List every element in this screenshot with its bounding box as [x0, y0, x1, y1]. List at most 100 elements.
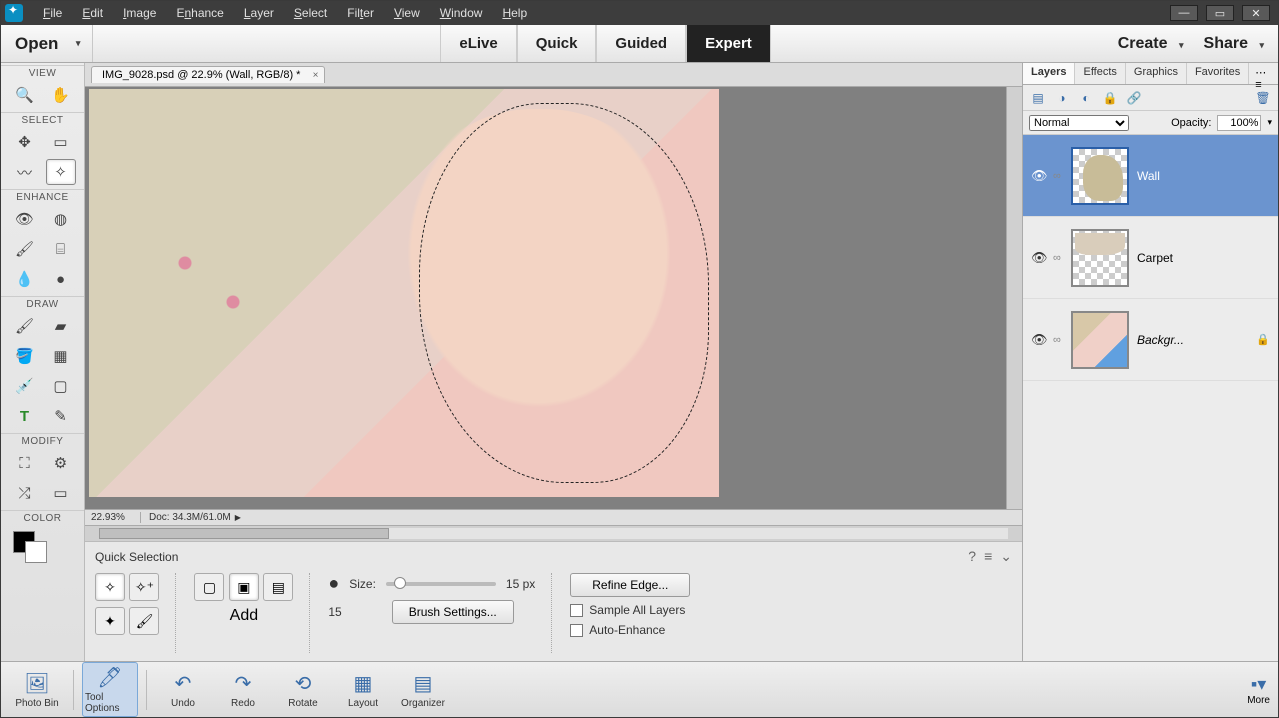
mode-new[interactable]: ▢ — [194, 573, 224, 601]
open-button[interactable]: Open — [15, 25, 93, 62]
sponge-tool[interactable]: ● — [46, 266, 76, 292]
menu-view[interactable]: View — [384, 3, 430, 23]
layer-name[interactable]: Backgr... — [1137, 333, 1184, 347]
document-tab[interactable]: IMG_9028.psd @ 22.9% (Wall, RGB/8) * × — [91, 66, 325, 83]
qs-new-selection[interactable]: ✧ — [95, 573, 125, 601]
mode-guided[interactable]: Guided — [596, 25, 686, 62]
menu-help[interactable]: Help — [492, 3, 537, 23]
rotate-button[interactable]: ⟲Rotate — [275, 669, 331, 711]
brush-settings-button[interactable]: Brush Settings... — [392, 600, 514, 624]
visibility-toggle-icon[interactable]: 👁 — [1031, 168, 1045, 184]
layout-button[interactable]: ▦Layout — [335, 669, 391, 711]
lock-layer-icon[interactable]: 🔒 — [1101, 89, 1119, 107]
menu-window[interactable]: Window — [430, 3, 493, 23]
visibility-toggle-icon[interactable]: 👁 — [1031, 250, 1045, 266]
mode-quick[interactable]: Quick — [517, 25, 597, 62]
panel-collapse-icon[interactable]: ⌄ — [1000, 548, 1012, 565]
layer-row-wall[interactable]: 👁 ∞ Wall — [1023, 135, 1278, 217]
mode-expert[interactable]: Expert — [686, 25, 771, 62]
photo-bin-button[interactable]: 🖼Photo Bin — [9, 669, 65, 711]
qs-selection-brush[interactable]: 🖌 — [129, 607, 159, 635]
layer-name[interactable]: Carpet — [1137, 251, 1173, 265]
layer-mask-icon[interactable]: ◑ — [1053, 89, 1071, 107]
content-aware-tool[interactable]: ⤮ — [10, 480, 40, 506]
opacity-input[interactable]: 100% — [1217, 115, 1261, 131]
menu-layer[interactable]: Layer — [234, 3, 284, 23]
menu-image[interactable]: Image — [113, 3, 166, 23]
straighten-tool[interactable]: ▭ — [46, 480, 76, 506]
blend-mode-select[interactable]: Normal — [1029, 115, 1129, 131]
status-zoom[interactable]: 22.93% — [85, 512, 141, 523]
menu-select[interactable]: Select — [284, 3, 337, 23]
move-tool[interactable]: ✥ — [10, 129, 40, 155]
layer-row-background[interactable]: 👁 ∞ Backgr... 🔒 — [1023, 299, 1278, 381]
menu-filter[interactable]: Filter — [337, 3, 384, 23]
mode-subtract[interactable]: ▤ — [263, 573, 293, 601]
crop-tool[interactable]: ⛶ — [10, 450, 40, 476]
hand-tool[interactable]: ✋ — [46, 82, 76, 108]
blur-tool[interactable]: 💧 — [10, 266, 40, 292]
organizer-button[interactable]: ▤Organizer — [395, 669, 451, 711]
qs-magic-wand[interactable]: ✦ — [95, 607, 125, 635]
menu-enhance[interactable]: Enhance — [166, 3, 233, 23]
red-eye-tool[interactable]: 👁 — [10, 206, 40, 232]
lasso-tool[interactable]: 〰 — [10, 159, 40, 185]
qs-add-to-selection[interactable]: ✧⁺ — [129, 573, 159, 601]
layer-name[interactable]: Wall — [1137, 169, 1160, 183]
paint-bucket-tool[interactable]: 🪣 — [10, 343, 40, 369]
spot-heal-tool[interactable]: ◍ — [46, 206, 76, 232]
recompose-tool[interactable]: ⚙ — [46, 450, 76, 476]
undo-button[interactable]: ↶Undo — [155, 669, 211, 711]
share-button[interactable]: Share — [1204, 35, 1264, 53]
tab-graphics[interactable]: Graphics — [1126, 63, 1187, 84]
new-layer-icon[interactable]: ▤ — [1029, 89, 1047, 107]
delete-layer-icon[interactable]: 🗑 — [1254, 89, 1272, 107]
layer-thumbnail[interactable] — [1071, 147, 1129, 205]
zoom-tool[interactable]: 🔍 — [10, 82, 40, 108]
redo-button[interactable]: ↷Redo — [215, 669, 271, 711]
window-maximize-button[interactable]: ▭ — [1206, 5, 1234, 21]
link-layers-icon[interactable]: 🔗 — [1125, 89, 1143, 107]
sample-all-layers-check[interactable]: Sample All Layers — [570, 603, 690, 617]
tab-effects[interactable]: Effects — [1075, 63, 1125, 84]
quick-selection-tool[interactable]: ✧ — [46, 159, 76, 185]
mode-add[interactable]: ▣ — [229, 573, 259, 601]
vertical-scrollbar[interactable] — [1006, 87, 1022, 509]
create-button[interactable]: Create — [1118, 35, 1184, 53]
window-close-button[interactable]: ✕ — [1242, 5, 1270, 21]
panel-menu-icon[interactable]: ≡ — [984, 548, 992, 565]
layer-thumbnail[interactable] — [1071, 229, 1129, 287]
auto-enhance-check[interactable]: Auto-Enhance — [570, 623, 690, 637]
eraser-tool[interactable]: ▰ — [46, 313, 76, 339]
layer-thumbnail[interactable] — [1071, 311, 1129, 369]
type-tool[interactable]: T — [10, 403, 40, 429]
menu-edit[interactable]: Edit — [72, 3, 113, 23]
size-slider[interactable] — [386, 582, 496, 586]
tab-favorites[interactable]: Favorites — [1187, 63, 1249, 84]
refine-edge-button[interactable]: Refine Edge... — [570, 573, 690, 597]
smart-brush-tool[interactable]: 🖌 — [10, 236, 40, 262]
status-menu-arrow[interactable]: ▶ — [235, 513, 241, 522]
shape-tool[interactable]: ▢ — [46, 373, 76, 399]
size-number[interactable]: 15 — [328, 605, 341, 619]
document-tab-close[interactable]: × — [313, 70, 319, 81]
clone-stamp-tool[interactable]: ⌸ — [46, 236, 76, 262]
menu-file[interactable]: File — [33, 3, 72, 23]
adjustment-layer-icon[interactable]: ◐ — [1077, 89, 1095, 107]
layer-row-carpet[interactable]: 👁 ∞ Carpet — [1023, 217, 1278, 299]
marquee-tool[interactable]: ▭ — [46, 129, 76, 155]
background-color[interactable] — [25, 541, 47, 563]
help-icon[interactable]: ? — [968, 548, 976, 565]
panel-tab-menu-icon[interactable]: ⋯≡ — [1249, 63, 1278, 84]
gradient-tool[interactable]: ▦ — [46, 343, 76, 369]
visibility-toggle-icon[interactable]: 👁 — [1031, 332, 1045, 348]
tab-layers[interactable]: Layers — [1023, 63, 1075, 84]
color-swatches[interactable] — [11, 529, 74, 565]
more-button[interactable]: ▪▾More — [1247, 674, 1270, 706]
window-minimize-button[interactable]: — — [1170, 5, 1198, 21]
tool-options-button[interactable]: 🖊Tool Options — [82, 662, 138, 717]
brush-tool[interactable]: 🖌 — [10, 313, 40, 339]
eyedropper-tool[interactable]: 💉 — [10, 373, 40, 399]
canvas-area[interactable] — [85, 87, 1022, 509]
pencil-tool[interactable]: ✎ — [46, 403, 76, 429]
